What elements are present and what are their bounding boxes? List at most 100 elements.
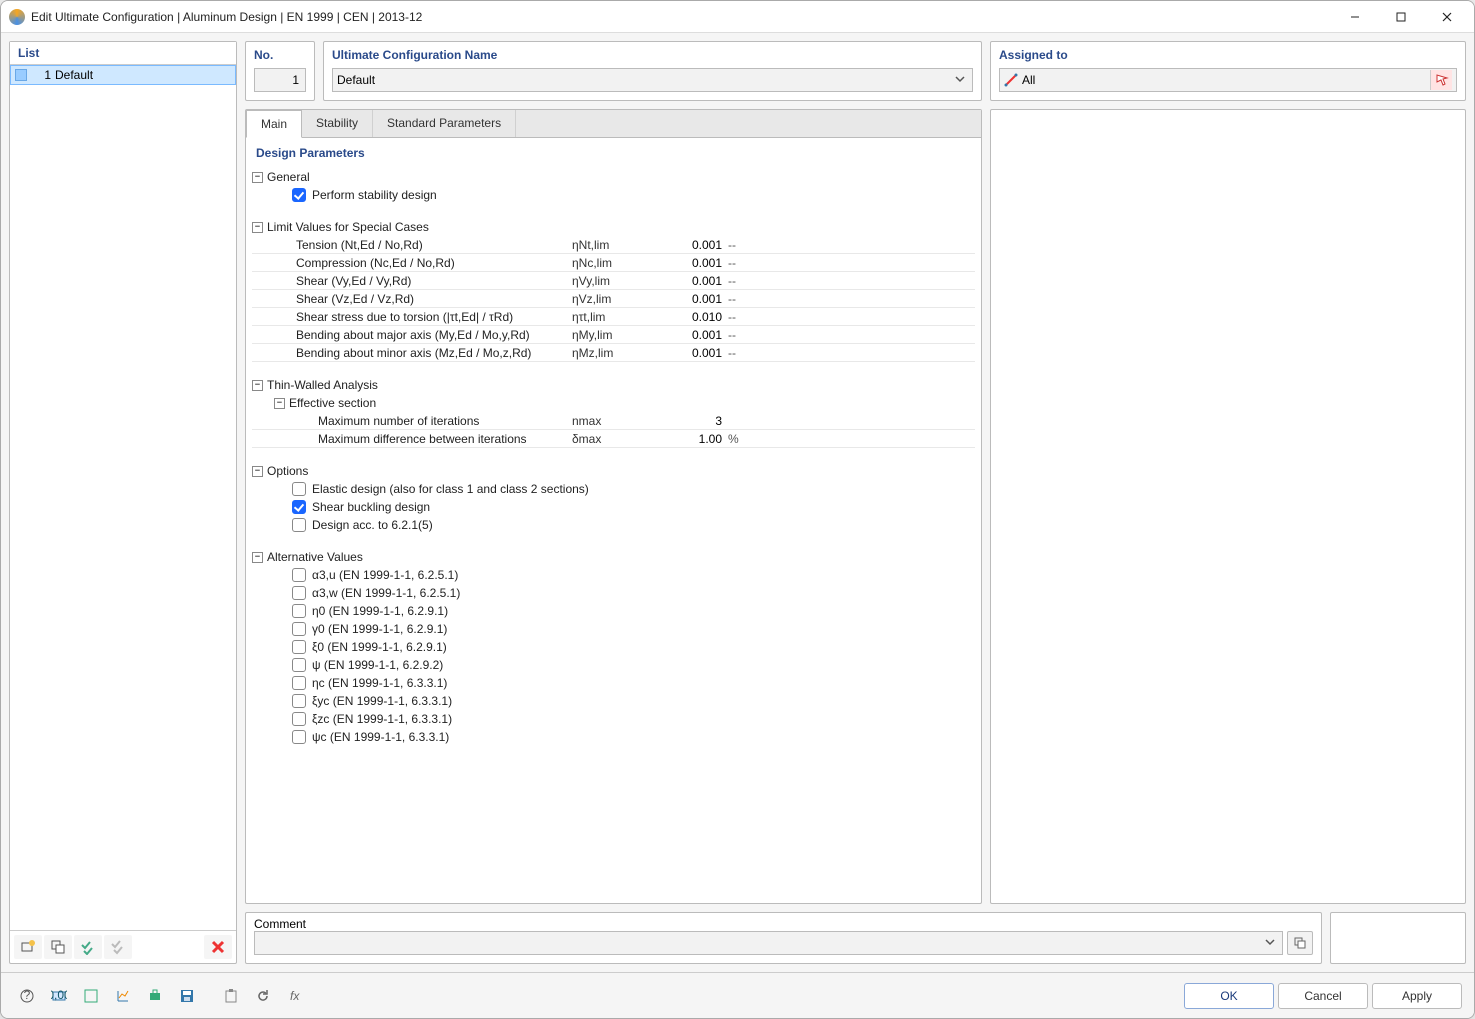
alt-value-row[interactable]: ξzc (EN 1999-1-1, 6.3.3.1) — [252, 710, 975, 728]
checkbox[interactable] — [292, 730, 306, 744]
check-all-button[interactable] — [74, 935, 102, 959]
clipboard-button[interactable] — [217, 984, 245, 1008]
tool-button-1[interactable] — [77, 984, 105, 1008]
tab-stability[interactable]: Stability — [302, 110, 373, 137]
comment-label: Comment — [254, 917, 306, 931]
limit-row-value[interactable]: 0.001 — [652, 346, 722, 360]
checkbox[interactable] — [292, 622, 306, 636]
tab-main[interactable]: Main — [246, 110, 302, 138]
checkbox[interactable] — [292, 694, 306, 708]
checkbox[interactable] — [292, 712, 306, 726]
right-area: No. Ultimate Configuration Name Default … — [245, 41, 1466, 964]
uncheck-all-button[interactable] — [104, 935, 132, 959]
option-row[interactable]: Shear buckling design — [252, 498, 975, 516]
tool-button-2[interactable] — [109, 984, 137, 1008]
cancel-button[interactable]: Cancel — [1278, 983, 1368, 1009]
thin-row-value[interactable]: 3 — [652, 414, 722, 428]
tab-standard-parameters[interactable]: Standard Parameters — [373, 110, 516, 137]
collapse-icon[interactable]: − — [252, 222, 263, 233]
thin-row[interactable]: Maximum difference between iterationsδma… — [252, 430, 975, 448]
option-perform-stability[interactable]: Perform stability design — [252, 186, 975, 204]
alt-value-label: ψ (EN 1999-1-1, 6.2.9.2) — [312, 658, 443, 672]
group-thin-walled[interactable]: − Thin-Walled Analysis — [252, 376, 975, 394]
new-item-button[interactable] — [14, 935, 42, 959]
list-body[interactable]: 1 Default — [10, 65, 236, 930]
group-options[interactable]: − Options — [252, 462, 975, 480]
limit-row[interactable]: Shear (Vz,Ed / Vz,Rd)ηVz,lim0.001-- — [252, 290, 975, 308]
group-limit-values[interactable]: − Limit Values for Special Cases — [252, 218, 975, 236]
comment-aux-panel — [1330, 912, 1466, 964]
close-button[interactable] — [1424, 2, 1470, 32]
checkbox[interactable] — [292, 658, 306, 672]
parameters-tree[interactable]: − General Perform stability design − Lim… — [246, 168, 981, 903]
alt-value-row[interactable]: ψ (EN 1999-1-1, 6.2.9.2) — [252, 656, 975, 674]
list-item[interactable]: 1 Default — [10, 65, 236, 85]
group-effective-section[interactable]: − Effective section — [252, 394, 975, 412]
thin-row[interactable]: Maximum number of iterationsnmax3 — [252, 412, 975, 430]
assigned-control[interactable]: All — [999, 68, 1457, 92]
no-input[interactable] — [254, 68, 306, 92]
save-config-button[interactable] — [173, 984, 201, 1008]
limit-row[interactable]: Tension (Nt,Ed / No,Rd)ηNt,lim0.001-- — [252, 236, 975, 254]
alt-value-row[interactable]: η0 (EN 1999-1-1, 6.2.9.1) — [252, 602, 975, 620]
checkbox[interactable] — [292, 640, 306, 654]
maximize-button[interactable] — [1378, 2, 1424, 32]
checkbox[interactable] — [292, 586, 306, 600]
units-button[interactable]: 0,00 — [45, 984, 73, 1008]
checkbox[interactable] — [292, 676, 306, 690]
group-alternative-values[interactable]: − Alternative Values — [252, 548, 975, 566]
limit-row[interactable]: Bending about major axis (My,Ed / Mo,y,R… — [252, 326, 975, 344]
collapse-icon[interactable]: − — [252, 466, 263, 477]
function-button[interactable]: fx — [281, 984, 309, 1008]
alt-value-row[interactable]: α3,u (EN 1999-1-1, 6.2.5.1) — [252, 566, 975, 584]
copy-item-button[interactable] — [44, 935, 72, 959]
limit-row-value[interactable]: 0.001 — [652, 256, 722, 270]
limit-row-unit: -- — [722, 238, 762, 252]
window-title: Edit Ultimate Configuration | Aluminum D… — [31, 10, 1332, 24]
alt-value-row[interactable]: α3,w (EN 1999-1-1, 6.2.5.1) — [252, 584, 975, 602]
limit-row-value[interactable]: 0.001 — [652, 328, 722, 342]
checkbox[interactable] — [292, 568, 306, 582]
assigned-pick-button[interactable] — [1430, 70, 1452, 90]
comment-edit-button[interactable] — [1287, 931, 1313, 955]
delete-item-button[interactable] — [204, 935, 232, 959]
checkbox[interactable] — [292, 604, 306, 618]
limit-row[interactable]: Compression (Nc,Ed / No,Rd)ηNc,lim0.001-… — [252, 254, 975, 272]
checkbox[interactable] — [292, 500, 306, 514]
option-row[interactable]: Elastic design (also for class 1 and cla… — [252, 480, 975, 498]
checkbox[interactable] — [292, 482, 306, 496]
reset-button[interactable] — [249, 984, 277, 1008]
name-select[interactable]: Default — [332, 68, 973, 92]
alt-value-row[interactable]: γ0 (EN 1999-1-1, 6.2.9.1) — [252, 620, 975, 638]
alt-value-label: ηc (EN 1999-1-1, 6.3.3.1) — [312, 676, 447, 690]
help-button[interactable]: ? — [13, 984, 41, 1008]
group-general[interactable]: − General — [252, 168, 975, 186]
minimize-button[interactable] — [1332, 2, 1378, 32]
alt-value-row[interactable]: ψc (EN 1999-1-1, 6.3.3.1) — [252, 728, 975, 746]
alt-value-label: γ0 (EN 1999-1-1, 6.2.9.1) — [312, 622, 447, 636]
collapse-icon[interactable]: − — [274, 398, 285, 409]
limit-row[interactable]: Bending about minor axis (Mz,Ed / Mo,z,R… — [252, 344, 975, 362]
checkbox-perform-stability[interactable] — [292, 188, 306, 202]
limit-row-value[interactable]: 0.001 — [652, 292, 722, 306]
comment-input[interactable] — [254, 931, 1283, 955]
ok-button[interactable]: OK — [1184, 983, 1274, 1009]
limit-row-name: Shear (Vy,Ed / Vy,Rd) — [252, 274, 572, 288]
limit-row[interactable]: Shear stress due to torsion (|τt,Ed| / τ… — [252, 308, 975, 326]
limit-row-value[interactable]: 0.010 — [652, 310, 722, 324]
alt-value-row[interactable]: ξyc (EN 1999-1-1, 6.3.3.1) — [252, 692, 975, 710]
tool-button-3[interactable] — [141, 984, 169, 1008]
limit-row[interactable]: Shear (Vy,Ed / Vy,Rd)ηVy,lim0.001-- — [252, 272, 975, 290]
option-row[interactable]: Design acc. to 6.2.1(5) — [252, 516, 975, 534]
collapse-icon[interactable]: − — [252, 380, 263, 391]
thin-row-value[interactable]: 1.00 — [652, 432, 722, 446]
apply-button[interactable]: Apply — [1372, 983, 1462, 1009]
alt-value-row[interactable]: ξ0 (EN 1999-1-1, 6.2.9.1) — [252, 638, 975, 656]
checkbox[interactable] — [292, 518, 306, 532]
collapse-icon[interactable]: − — [252, 552, 263, 563]
alt-value-row[interactable]: ηc (EN 1999-1-1, 6.3.3.1) — [252, 674, 975, 692]
collapse-icon[interactable]: − — [252, 172, 263, 183]
limit-row-value[interactable]: 0.001 — [652, 238, 722, 252]
limit-row-value[interactable]: 0.001 — [652, 274, 722, 288]
limit-row-symbol: ηVy,lim — [572, 274, 652, 288]
